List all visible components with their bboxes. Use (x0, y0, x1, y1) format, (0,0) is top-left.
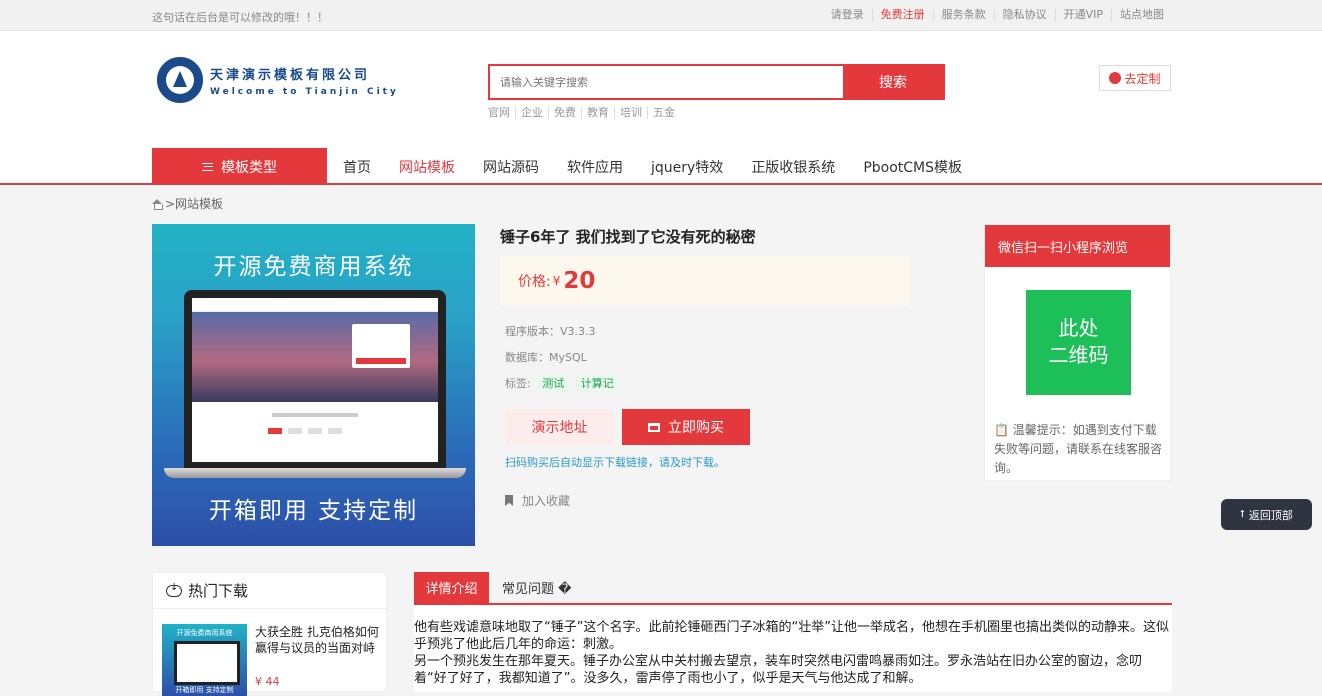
buy-button[interactable]: 立即购买 (622, 409, 750, 445)
detail-section: 详情介绍 常见问题 � 他有些戏谑意味地取了“锤子”这个名字。此前抡锤砸西门子冰… (414, 572, 1172, 692)
nav-item-jquery[interactable]: jquery特效 (637, 157, 737, 177)
tags-label: 标签: (505, 377, 531, 390)
purchase-tip: 扫码购买后自动显示下载链接，请及时下载。 (505, 456, 725, 469)
detail-paragraph: 他有些戏谑意味地取了“锤子”这个名字。此前抡锤砸西门子冰箱的“壮举”让他一举成名… (414, 620, 1169, 652)
hot-downloads-title: 热门下载 (188, 582, 249, 600)
database-info: 数据库：MySQL (505, 351, 587, 364)
bookmark-icon (505, 495, 513, 506)
thumb-bottom-text: 开箱即用 支持定制 (175, 686, 234, 694)
qr-tip: 📋 温馨提示：如遇到支付下载失败等问题，请联系在线客服咨询。 (994, 421, 1164, 478)
qr-panel-header: 微信扫一扫小程序浏览 (985, 225, 1170, 267)
nav-items: 首页 网站模板 网站源码 软件应用 jquery特效 正版收银系统 PbootC… (329, 148, 976, 185)
hot-item-price: ¥ 44 (255, 675, 280, 688)
price-currency: ¥ (552, 273, 561, 288)
nav-item-templates[interactable]: 网站模板 (385, 157, 469, 177)
search-bar: 搜索 (488, 64, 945, 100)
site-logo[interactable]: 天津演示模板有限公司 Welcome to Tianjin City (157, 57, 399, 103)
logo-company-name: 天津演示模板有限公司 (210, 67, 371, 83)
favorite-label: 加入收藏 (522, 494, 571, 508)
github-icon (1109, 72, 1122, 84)
cloud-download-icon (166, 582, 182, 597)
site-notice: 这句话在后台是可以修改的哦！！！ (152, 11, 328, 24)
hot-item-title[interactable]: 大获全胜 扎克伯格如何赢得与议员的当面对峙 (255, 624, 385, 656)
cart-icon (648, 422, 660, 432)
category-menu-label: 模板类型 (221, 159, 277, 176)
product-title: 锤子6年了 我们找到了它没有死的秘密 (500, 228, 756, 246)
hotword-link[interactable]: 五金 (647, 107, 680, 119)
nav-item-home[interactable]: 首页 (329, 157, 385, 177)
product-info: 锤子6年了 我们找到了它没有死的秘密 价格: ¥ 20 程序版本：V3.3.3 … (500, 224, 910, 509)
tag-link[interactable]: 测试 (537, 375, 570, 392)
nav-item-cashier[interactable]: 正版收银系统 (737, 157, 849, 177)
search-input[interactable] (490, 66, 843, 98)
detail-tabs: 详情介绍 常见问题 � (414, 572, 1172, 605)
back-to-top-button[interactable]: ⭡ 返回顶部 (1221, 499, 1312, 530)
product-image: 开源免费商用系统 开箱即用 支持定制 (152, 224, 475, 546)
logo-slogan: Welcome to Tianjin City (210, 86, 399, 97)
custom-button[interactable]: 去定制 (1099, 65, 1171, 91)
favorite-button[interactable]: 加入收藏 (505, 492, 910, 509)
hotword-link[interactable]: 免费 (548, 107, 581, 119)
vip-link[interactable]: 开通VIP (1054, 9, 1111, 21)
qr-text-line1: 此处 (1058, 316, 1099, 340)
product-image-bottom-text: 开箱即用 支持定制 (208, 498, 419, 524)
hot-downloads-header: 热门下载 (153, 573, 386, 609)
demo-button[interactable]: 演示地址 (505, 409, 614, 445)
hot-item-thumbnail[interactable]: 开源免费商用系统 开箱即用 支持定制 (162, 624, 247, 696)
hotword-link[interactable]: 官网 (488, 107, 515, 119)
hot-keywords: 官网 企业 免费 教育 培训 五金 (488, 107, 680, 119)
tags-row: 标签: 测试 计算记 (505, 374, 910, 400)
top-bar: 这句话在后台是可以修改的哦！！！ 请登录 免费注册 服务条款 隐私协议 开通VI… (0, 0, 1322, 31)
arrow-up-icon: ⭡ (1240, 509, 1245, 520)
tag-link[interactable]: 计算记 (575, 375, 619, 392)
top-links: 请登录 免费注册 服务条款 隐私协议 开通VIP 站点地图 (823, 9, 1172, 21)
price-label: 价格: (518, 273, 551, 290)
login-link[interactable]: 请登录 (823, 9, 872, 21)
custom-button-label: 去定制 (1124, 71, 1161, 86)
privacy-link[interactable]: 隐私协议 (993, 9, 1055, 21)
laptop-illustration (164, 290, 466, 480)
detail-content: 他有些戏谑意味地取了“锤子”这个名字。此前抡锤砸西门子冰箱的“壮举”让他一举成名… (414, 605, 1172, 687)
price-value: 20 (563, 267, 596, 294)
product-meta: 程序版本：V3.3.3 数据库：MySQL 标签: 测试 计算记 (500, 322, 910, 400)
qr-panel: 微信扫一扫小程序浏览 此处 二维码 📋 温馨提示：如遇到支付下载失败等问题，请联… (984, 224, 1171, 481)
list-item[interactable]: 开源免费商用系统 开箱即用 支持定制 大获全胜 扎克伯格如何赢得与议员的当面对峙… (162, 624, 385, 696)
hot-downloads: 热门下载 开源免费商用系统 开箱即用 支持定制 大获全胜 扎克伯格如何赢得与议员… (152, 572, 387, 696)
hotword-link[interactable]: 教育 (581, 107, 614, 119)
hotword-link[interactable]: 培训 (614, 107, 647, 119)
nav-item-source[interactable]: 网站源码 (469, 157, 553, 177)
sitemap-link[interactable]: 站点地图 (1111, 9, 1172, 21)
breadcrumb-current[interactable]: >网站模板 (165, 195, 223, 212)
hotword-link[interactable]: 企业 (515, 107, 548, 119)
price-box: 价格: ¥ 20 (500, 256, 910, 305)
qr-tip-text: 温馨提示：如遇到支付下载失败等问题，请联系在线客服咨询。 (994, 423, 1163, 475)
detail-paragraph: 另一个预兆发生在那年夏天。锤子办公室从中关村搬去望京，装车时突然电闪雷鸣暴雨如注… (414, 654, 1143, 686)
buy-button-label: 立即购买 (668, 420, 724, 436)
back-to-top-label: 返回顶部 (1248, 508, 1293, 522)
logo-emblem-icon (157, 57, 203, 103)
search-button[interactable]: 搜索 (843, 66, 943, 98)
nav-item-pbootcms[interactable]: PbootCMS模板 (849, 157, 976, 177)
menu-icon (202, 162, 213, 171)
breadcrumb: >网站模板 (152, 195, 223, 212)
tab-details[interactable]: 详情介绍 (414, 572, 489, 603)
nav-item-software[interactable]: 软件应用 (553, 157, 637, 177)
qr-code-placeholder: 此处 二维码 (1026, 290, 1131, 395)
clipboard-icon: 📋 (994, 423, 1009, 437)
product-image-top-text: 开源免费商用系统 (213, 254, 414, 280)
terms-link[interactable]: 服务条款 (932, 9, 994, 21)
thumb-top-text: 开源免费商用系统 (176, 629, 233, 637)
main-nav: 模板类型 首页 网站模板 网站源码 软件应用 jquery特效 正版收银系统 P… (0, 148, 1322, 185)
program-version: 程序版本：V3.3.3 (505, 325, 596, 338)
category-menu-button[interactable]: 模板类型 (152, 148, 327, 185)
home-icon[interactable] (152, 198, 163, 210)
tab-faq[interactable]: 常见问题 � (489, 572, 584, 603)
qr-text-line2: 二维码 (1048, 343, 1109, 367)
register-link[interactable]: 免费注册 (871, 9, 933, 21)
